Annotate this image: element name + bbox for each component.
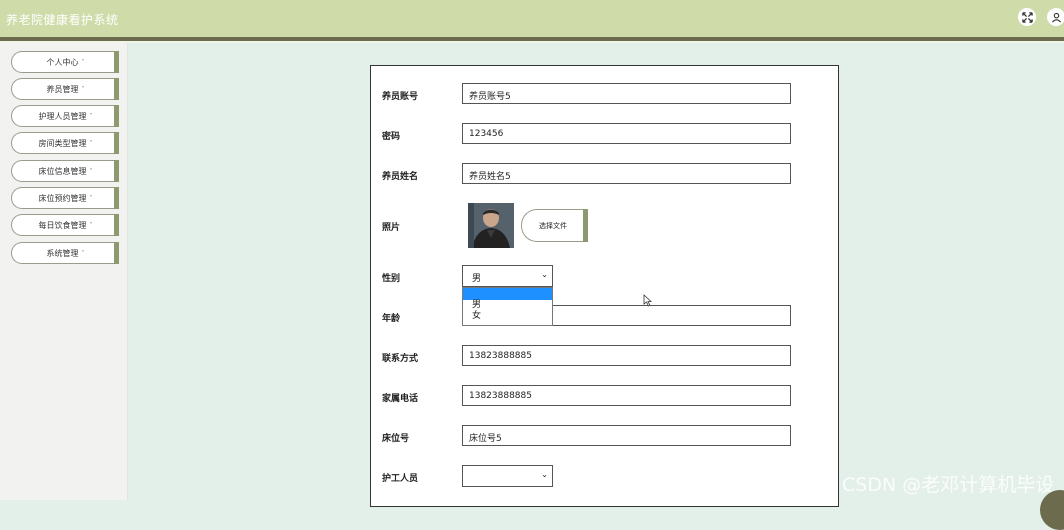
family-phone-input[interactable]: 13823888885 [462, 385, 791, 406]
sidebar-item-caregivers[interactable]: 护理人员管理 ˅ [11, 105, 119, 127]
sidebar-item-room-types[interactable]: 房间类型管理 ˅ [11, 132, 119, 154]
chevron-down-icon: ⌄ [541, 470, 548, 479]
sidebar-item-bed-info[interactable]: 床位信息管理 ˅ [11, 160, 119, 182]
sidebar-item-label: 房间类型管理 [38, 138, 87, 148]
name-input[interactable]: 养员姓名5 [462, 163, 791, 184]
header-divider-light [0, 41, 1064, 43]
sidebar-item-label: 床位预约管理 [38, 193, 87, 203]
password-label: 密码 [382, 132, 401, 142]
gender-dropdown-list: 男 女 [462, 287, 553, 326]
caret-down-icon: ˅ [81, 58, 85, 66]
name-label: 养员姓名 [382, 172, 419, 182]
bed-number-input[interactable]: 床位号5 [462, 425, 791, 446]
sidebar-item-label: 每日饮食管理 [38, 220, 87, 230]
gender-select[interactable]: 男 ⌄ [462, 265, 553, 287]
sidebar: 个人中心 ˅ 养员管理 ˅ 护理人员管理 ˅ 房间类型管理 ˅ 床位信息管理 ˅ 床位预约… [0, 43, 128, 500]
sidebar-item-system[interactable]: 系统管理 ˅ [11, 242, 119, 264]
gender-option-male[interactable]: 男 [463, 300, 552, 311]
top-bar: 养老院健康看护系统 [0, 0, 1064, 37]
sidebar-item-label: 护理人员管理 [38, 111, 87, 121]
resident-photo [468, 203, 514, 248]
sidebar-item-label: 床位信息管理 [38, 166, 87, 176]
sidebar-item-label: 系统管理 [46, 248, 79, 258]
resident-form: 养员账号 养员账号5 密码 123456 养员姓名 养员姓名5 照片 选择文件 … [370, 65, 839, 507]
caret-down-icon: ˅ [81, 249, 85, 257]
sidebar-item-label: 个人中心 [46, 57, 79, 67]
contact-label: 联系方式 [382, 354, 419, 364]
sidebar-item-residents[interactable]: 养员管理 ˅ [11, 78, 119, 100]
bed-number-label: 床位号 [382, 434, 410, 444]
chevron-down-icon: ⌄ [541, 270, 548, 279]
contact-input[interactable]: 13823888885 [462, 345, 791, 366]
caregiver-label: 护工人员 [382, 474, 419, 484]
photo-label: 照片 [382, 223, 401, 233]
caret-down-icon: ˅ [89, 139, 93, 147]
choose-file-button[interactable]: 选择文件 [521, 209, 588, 242]
caret-down-icon: ˅ [89, 112, 93, 120]
watermark: CSDN @老邓计算机毕设 [842, 474, 1055, 496]
account-input[interactable]: 养员账号5 [462, 83, 791, 104]
age-label: 年龄 [382, 314, 401, 324]
gender-option-female[interactable]: 女 [463, 311, 552, 322]
password-input[interactable]: 123456 [462, 123, 791, 144]
portrait-image [468, 203, 514, 248]
caret-down-icon: ˅ [89, 167, 93, 175]
dropdown-highlight[interactable] [463, 288, 552, 300]
caret-down-icon: ˅ [89, 194, 93, 202]
sidebar-item-personal-center[interactable]: 个人中心 ˅ [11, 51, 119, 73]
caret-down-icon: ˅ [89, 221, 93, 229]
gender-selected-value: 男 [472, 274, 482, 284]
fullscreen-button[interactable] [1018, 8, 1036, 26]
user-button[interactable] [1047, 8, 1064, 26]
user-icon [1051, 12, 1061, 22]
app-title: 养老院健康看护系统 [6, 13, 119, 27]
sidebar-item-daily-meals[interactable]: 每日饮食管理 ˅ [11, 214, 119, 236]
account-label: 养员账号 [382, 92, 419, 102]
sidebar-item-bed-reservations[interactable]: 床位预约管理 ˅ [11, 187, 119, 209]
gender-label: 性别 [382, 274, 401, 284]
mouse-cursor-icon [643, 294, 652, 307]
family-phone-label: 家属电话 [382, 394, 419, 404]
expand-arrows-icon [1021, 11, 1033, 23]
caret-down-icon: ˅ [81, 85, 85, 93]
caregiver-select[interactable]: ⌄ [462, 465, 553, 487]
sidebar-item-label: 养员管理 [46, 84, 79, 94]
